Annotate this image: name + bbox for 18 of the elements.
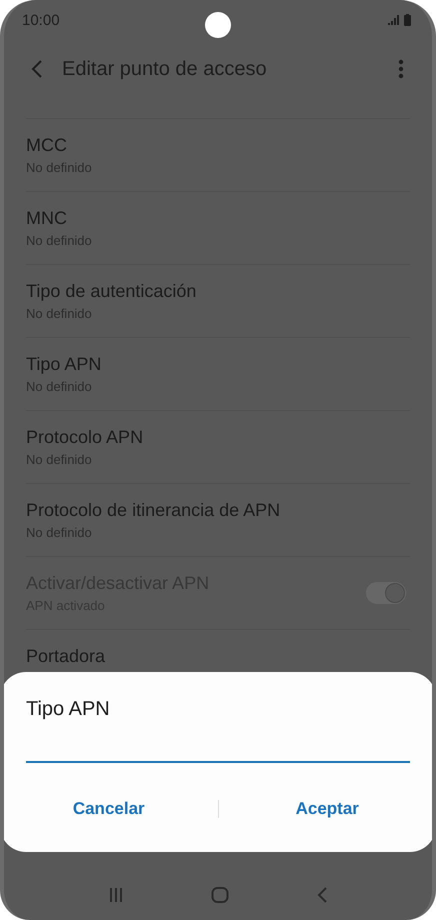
back-icon[interactable]: [30, 59, 44, 79]
home-icon[interactable]: [210, 887, 229, 903]
item-title: Tipo de autenticación: [26, 281, 196, 302]
dialog-button[interactable]: Cancelar: [4, 791, 218, 827]
item-title: MCC: [26, 135, 68, 156]
screen-title: Editar punto de acceso: [62, 58, 268, 80]
back-icon[interactable]: [316, 887, 328, 903]
item-title: Tipo APN: [26, 354, 102, 375]
camera-hole-icon: [205, 12, 231, 38]
item-title: Protocolo APN: [26, 427, 144, 448]
signal-battery-icon: [388, 14, 414, 26]
status-time: 10:00: [22, 12, 60, 28]
item-title: Portadora: [26, 646, 106, 667]
recent-apps-icon[interactable]: [108, 887, 124, 903]
more-options-icon[interactable]: [398, 59, 404, 79]
dialog-button[interactable]: Aceptar: [218, 791, 432, 827]
item-title: MNC: [26, 208, 68, 229]
item-title: Protocolo de itinerancia de APN: [26, 500, 280, 521]
